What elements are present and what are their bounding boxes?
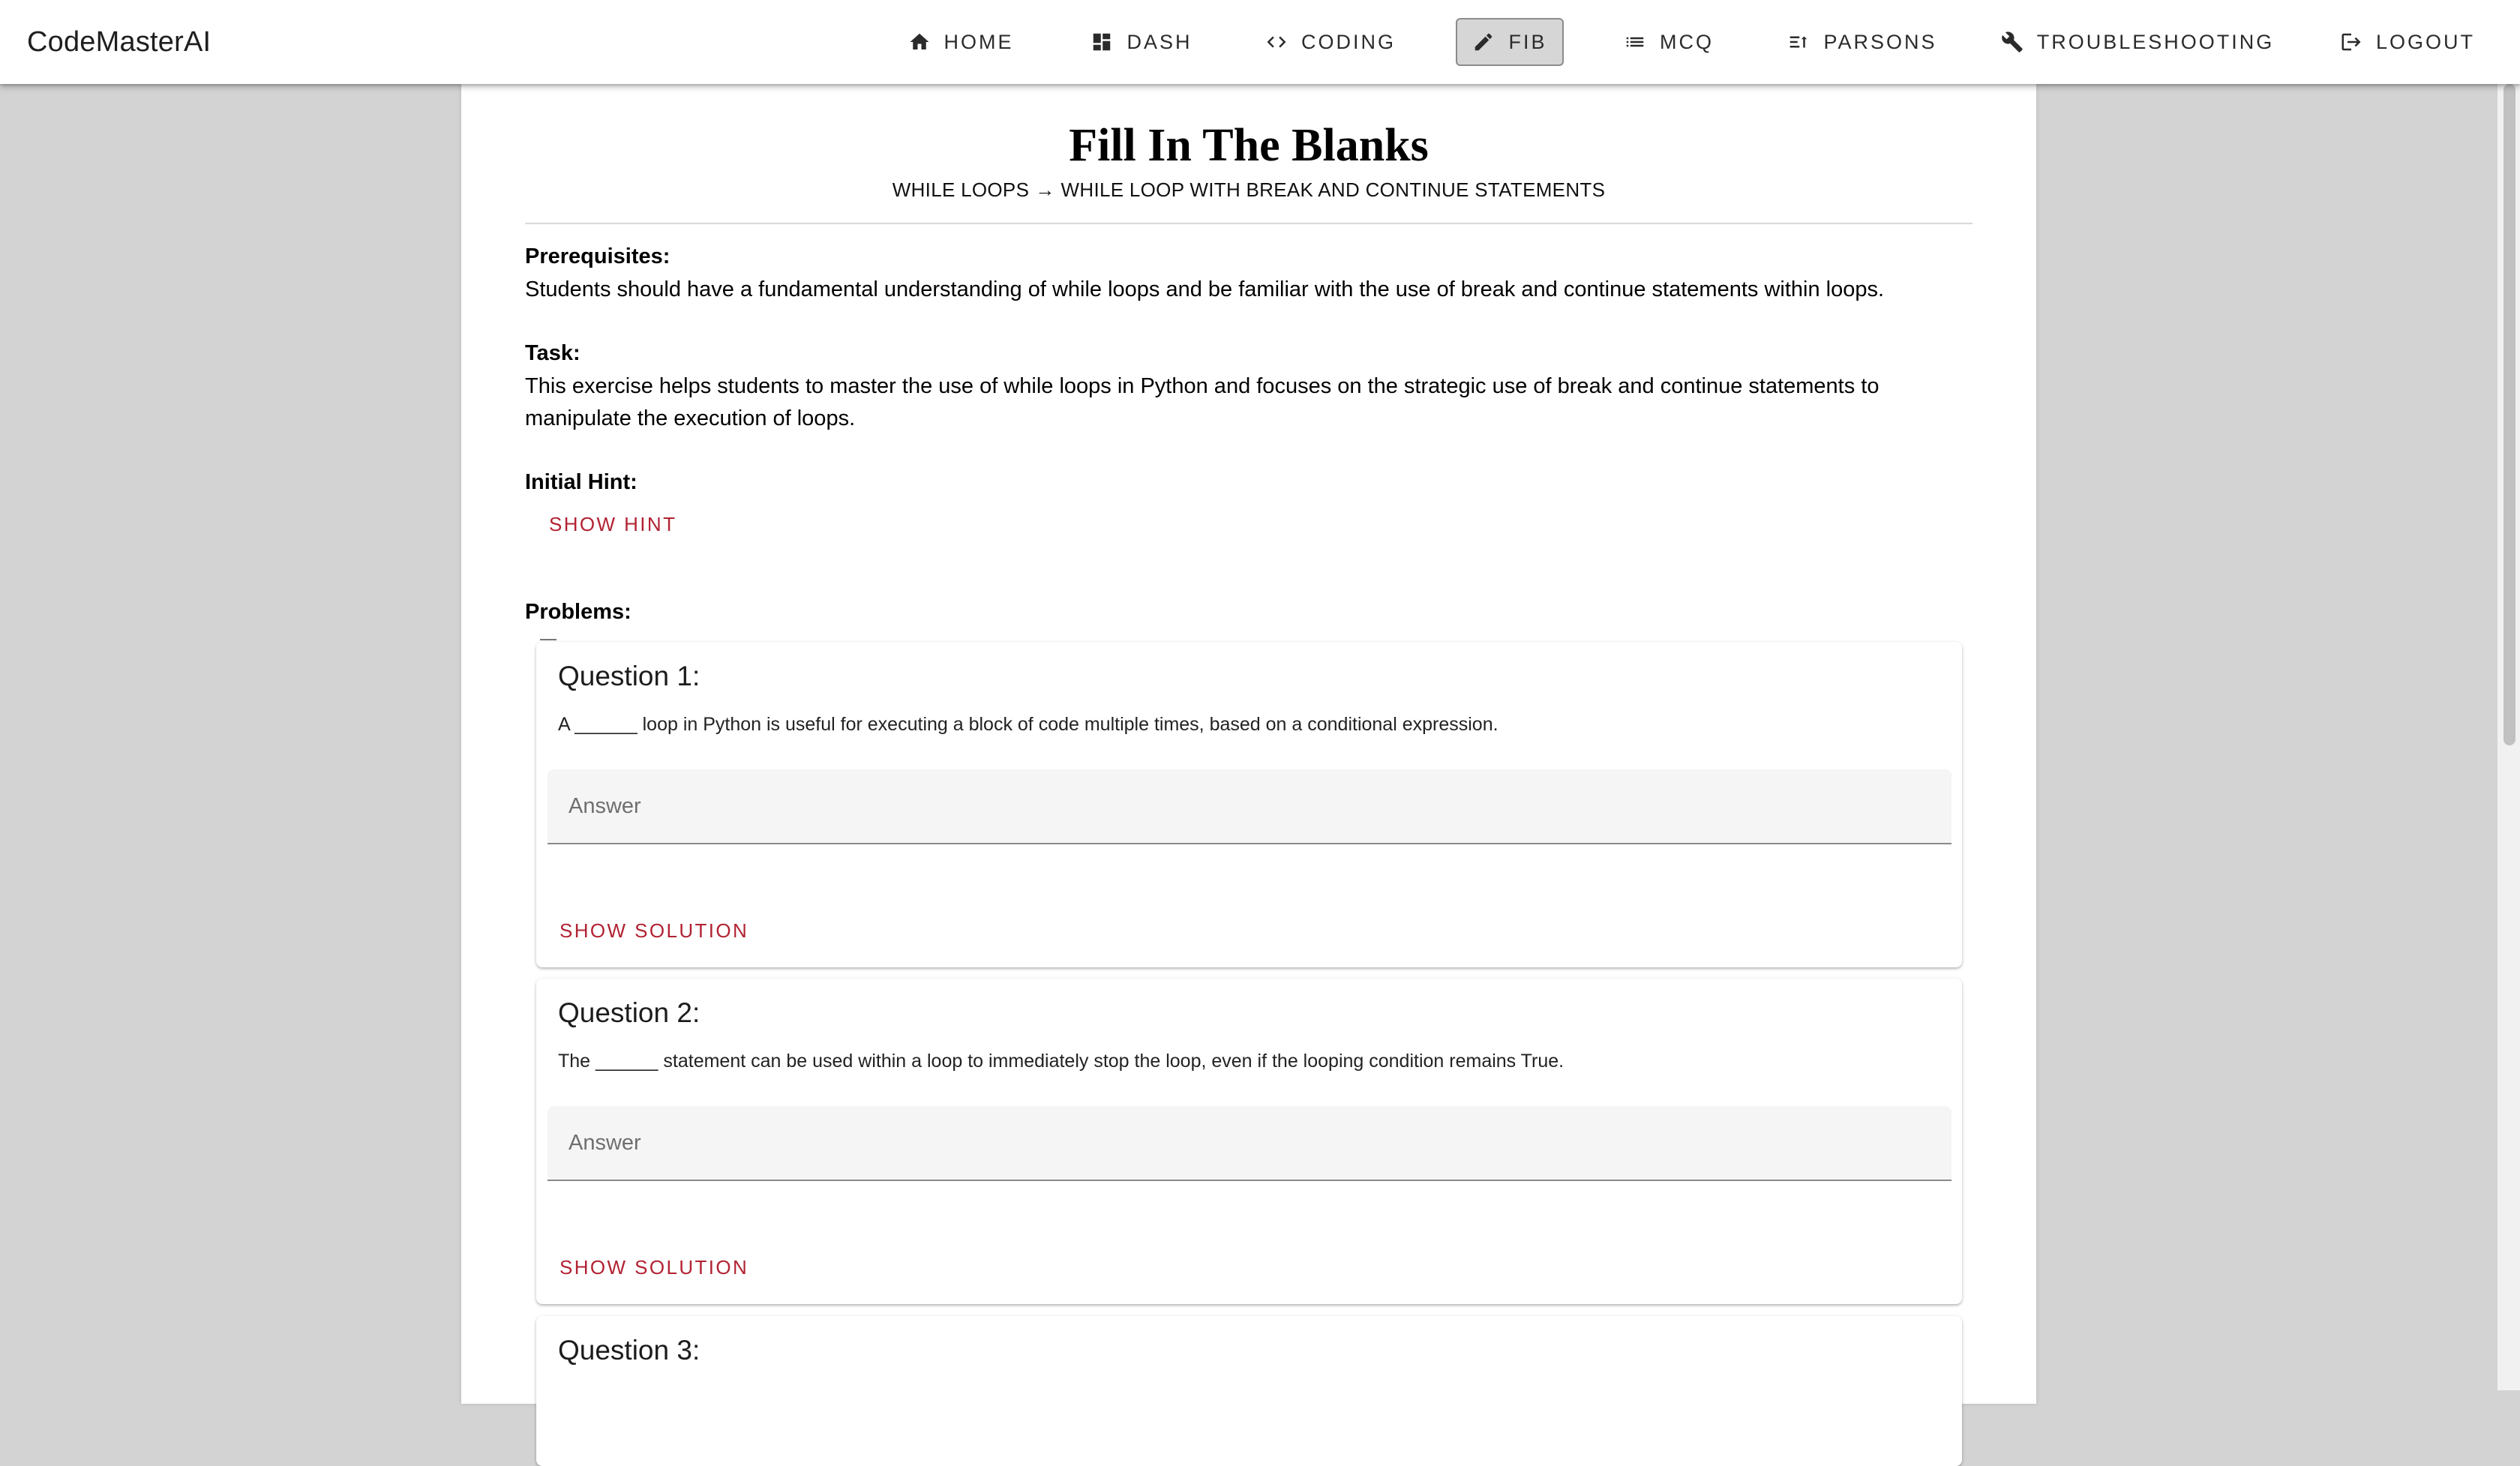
nav-troubleshooting-button[interactable]: TROUBLESHOOTING	[2001, 18, 2272, 66]
nav-fib-label: FIB	[1508, 30, 1547, 53]
show-solution-button-1[interactable]: SHOW SOLUTION	[560, 918, 748, 943]
question-title: Question 1:	[558, 661, 700, 691]
prerequisites-label: Prerequisites:	[525, 244, 670, 268]
page-scrollbar-thumb[interactable]	[2504, 84, 2516, 745]
show-solution-button-2[interactable]: SHOW SOLUTION	[560, 1255, 748, 1280]
breadcrumb: WHILE LOOPS → WHILE LOOP WITH BREAK AND CO…	[461, 177, 2036, 202]
nav-dash-label: DASH	[1126, 30, 1192, 53]
show-hint-button[interactable]: SHOW HINT	[549, 511, 676, 537]
page-scrollbar[interactable]	[2498, 84, 2520, 1390]
list-icon	[1626, 37, 1644, 47]
title-divider	[525, 223, 1972, 224]
prerequisites-text: Students should have a fundamental under…	[525, 277, 1885, 301]
nav-logout-label: LOGOUT	[2376, 30, 2476, 53]
nav-home-label: HOME	[944, 30, 1014, 53]
logout-icon	[2342, 33, 2361, 51]
question-title: Question 3:	[558, 1335, 700, 1366]
nav-coding-button[interactable]: CODING	[1260, 18, 1401, 66]
nav-home-button[interactable]: HOME	[897, 18, 1024, 66]
wrench-icon	[2001, 31, 2023, 52]
question-text: The ______ statement can be used within …	[558, 1051, 1564, 1072]
pencil-icon	[1475, 33, 1492, 51]
sort-icon	[1790, 36, 1808, 48]
nav-parsons-label: PARSONS	[1823, 30, 1937, 53]
brand-logo[interactable]: CodeMasterAI	[27, 22, 211, 61]
question-card-2: Question 2: The ______ statement can be …	[536, 979, 1962, 1304]
question-text: A ______ loop in Python is useful for ex…	[558, 714, 1498, 735]
question-title: Question 2:	[558, 997, 700, 1028]
task-label: Task:	[525, 341, 580, 365]
dashboard-icon	[1094, 33, 1111, 51]
page-title: Fill In The Blanks	[1069, 120, 1429, 171]
breadcrumb-subtopic: WHILE LOOP WITH BREAK AND CONTINUE STATE…	[1060, 178, 1606, 201]
question-card-3: Question 3:	[536, 1316, 1962, 1466]
nav-fib-button[interactable]: FIB	[1456, 18, 1564, 66]
nav-logout-button[interactable]: LOGOUT	[2342, 18, 2476, 66]
collapsed-marker	[540, 639, 556, 640]
app-bar: CodeMasterAI HOME DASH CODING FIB MCQ PA…	[0, 0, 2520, 84]
nav-coding-label: CODING	[1301, 30, 1396, 53]
home-icon	[910, 33, 928, 49]
nav-parsons-button[interactable]: PARSONS	[1789, 18, 1936, 66]
nav-mcq-label: MCQ	[1660, 30, 1714, 53]
nav-mcq-button[interactable]: MCQ	[1620, 18, 1718, 66]
breadcrumb-topic: WHILE LOOPS	[892, 178, 1030, 201]
exercise-panel: Fill In The Blanks WHILE LOOPS → WHILE LOO…	[461, 84, 2036, 1466]
task-text: This exercise helps students to master t…	[525, 374, 1880, 430]
code-icon	[1267, 36, 1286, 48]
problems-label: Problems:	[525, 600, 632, 624]
nav-dash-button[interactable]: DASH	[1083, 18, 1200, 66]
answer-input-2[interactable]	[548, 1106, 1952, 1181]
hint-label: Initial Hint:	[525, 470, 638, 494]
nav-troubleshooting-label: TROUBLESHOOTING	[2036, 30, 2275, 53]
question-card-1: Question 1: A ______ loop in Python is u…	[536, 642, 1962, 967]
breadcrumb-separator: →	[1035, 178, 1055, 201]
answer-input-1[interactable]	[548, 769, 1952, 844]
